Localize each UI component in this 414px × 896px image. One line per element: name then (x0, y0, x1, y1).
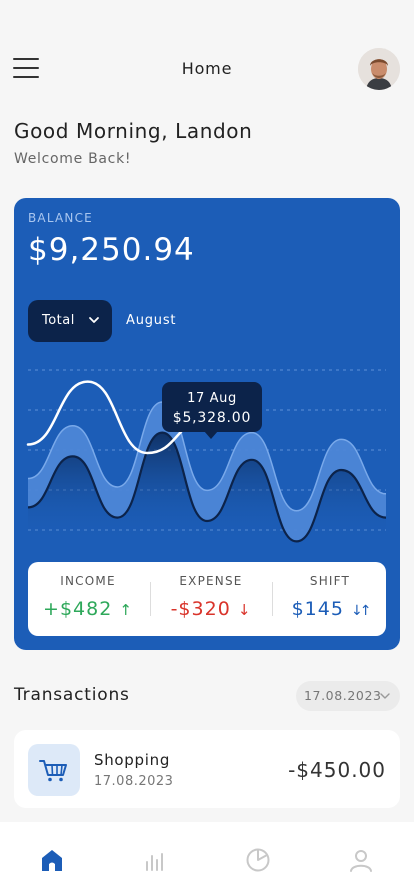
greeting-subtitle: Welcome Back! (14, 151, 132, 167)
transaction-name: Shopping (94, 751, 171, 769)
transaction-date: 17.08.2023 (94, 774, 174, 789)
stat-income-label: INCOME (60, 574, 116, 588)
transactions-title: Transactions (14, 685, 130, 705)
greeting-title: Good Morning, Landon (14, 119, 253, 143)
stat-shift-label: SHIFT (309, 574, 351, 588)
month-label[interactable]: August (126, 313, 176, 328)
divider (272, 582, 273, 616)
stat-expense-value: -$320 ↓ (152, 598, 270, 620)
arrow-up-icon: ↑ (119, 601, 133, 619)
arrow-down-icon: ↓ (237, 601, 252, 619)
chevron-down-icon (380, 693, 390, 699)
shift-amount: $145 (291, 598, 344, 620)
period-dropdown[interactable]: Total (28, 300, 112, 342)
chevron-down-icon (89, 317, 99, 323)
income-amount: +$482 (43, 598, 113, 620)
transaction-item[interactable]: Shopping 17.08.2023 -$450.00 (14, 730, 400, 808)
tab-analytics[interactable] (206, 822, 309, 896)
home-icon (42, 850, 62, 871)
expense-amount: -$320 (170, 598, 231, 620)
stats-panel: INCOME +$482 ↑ EXPENSE -$320 ↓ SHIFT $14… (28, 562, 386, 636)
tooltip-date: 17 Aug (187, 391, 237, 406)
date-filter-value: 17.08.2023 (304, 688, 382, 703)
bar-chart-icon (146, 853, 163, 871)
bottom-tab-bar (0, 822, 414, 896)
pie-chart-icon (246, 848, 270, 872)
page-title: Home (181, 59, 233, 78)
tab-stats[interactable] (103, 822, 206, 896)
tooltip-value: $5,328.00 (172, 410, 252, 426)
divider (150, 582, 151, 616)
user-avatar[interactable] (358, 48, 400, 90)
stat-shift-value: $145 ↓↑ (274, 598, 386, 620)
date-filter[interactable]: 17.08.2023 (296, 681, 400, 711)
home-screen: Home Good Morning, Landon Welcome Back! … (0, 0, 414, 896)
chart-tooltip: 17 Aug $5,328.00 (162, 382, 262, 432)
header: Home (0, 42, 414, 96)
transaction-amount: -$450.00 (288, 758, 386, 782)
balance-card: BALANCE $9,250.94 Total August 17 Aug $5… (14, 198, 400, 650)
stat-expense: EXPENSE -$320 ↓ (152, 562, 270, 636)
tab-profile[interactable] (309, 822, 412, 896)
shopping-cart-icon (28, 744, 80, 796)
stat-income-value: +$482 ↑ (28, 598, 148, 620)
user-icon (350, 850, 372, 872)
arrows-up-down-icon: ↓↑ (350, 603, 372, 619)
balance-label: BALANCE (28, 211, 93, 225)
stat-income: INCOME +$482 ↑ (28, 562, 148, 636)
tooltip-pointer (204, 431, 218, 439)
stat-shift: SHIFT $145 ↓↑ (274, 562, 386, 636)
balance-amount: $9,250.94 (28, 232, 195, 268)
tab-home[interactable] (0, 822, 103, 896)
stat-expense-label: EXPENSE (179, 574, 243, 588)
period-selected-value: Total (42, 313, 75, 328)
